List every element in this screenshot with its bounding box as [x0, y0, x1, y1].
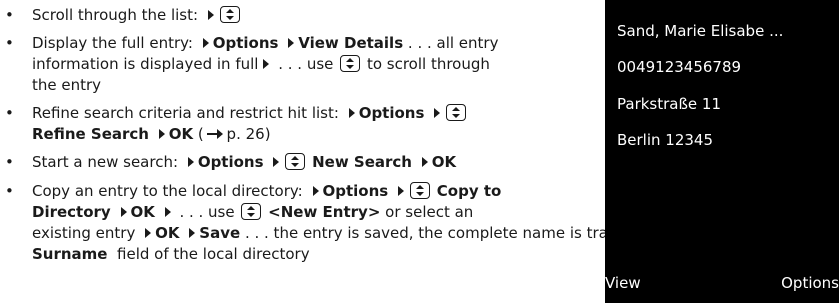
nav-key-icon: [446, 104, 467, 121]
step-arrow-icon: [348, 108, 355, 118]
bullet: •: [5, 6, 14, 24]
menu-save: Save: [199, 224, 241, 242]
entry-phone-number[interactable]: 0049123456789: [617, 58, 741, 76]
item-text: Display the full entry:: [32, 34, 193, 52]
menu-ok: OK: [168, 125, 194, 143]
step-arrow-icon: [189, 228, 196, 238]
phone-display: Sand, Marie Elisabe ... 0049123456789 Pa…: [605, 0, 839, 303]
step-arrow-icon: [120, 207, 127, 217]
menu-new-search: New Search: [312, 153, 412, 171]
step-arrow-icon: [187, 157, 194, 167]
step-arrow-icon: [421, 157, 428, 167]
menu-refine-search: Refine Search: [32, 125, 149, 143]
softkey-divider: [605, 264, 839, 265]
step-arrow-icon: [263, 59, 270, 69]
list-item: • Refine search criteria and restrict hi…: [0, 103, 600, 145]
step-arrow-icon: [145, 228, 152, 238]
step-arrow-icon: [434, 108, 441, 118]
field-surname: Surname: [32, 245, 108, 263]
step-arrow-icon: [398, 186, 404, 196]
step-arrow-icon: [312, 186, 319, 196]
bullet: •: [5, 153, 14, 171]
list-item: • Display the full entry: Options View D…: [5, 34, 499, 94]
view-softkey[interactable]: View: [605, 274, 641, 292]
menu-new-entry: <New Entry>: [268, 203, 381, 221]
menu-options: Options: [197, 153, 264, 171]
step-arrow-icon: [207, 10, 214, 20]
menu-ok: OK: [155, 224, 180, 242]
menu-options: Options: [322, 182, 389, 200]
list-item: • Scroll through the list:: [0, 5, 600, 26]
menu-ok: OK: [431, 153, 457, 171]
menu-options: Options: [358, 104, 425, 122]
step-arrow-icon: [288, 38, 295, 48]
entry-street[interactable]: Parkstraße 11: [617, 95, 721, 113]
step-arrow-icon: [164, 207, 171, 217]
item-text: Scroll through the list:: [32, 6, 199, 24]
list-item: • Start a new search: Options New Search…: [5, 153, 457, 171]
step-arrow-icon: [158, 129, 165, 139]
nav-key-icon: [285, 153, 306, 170]
nav-key-icon: [219, 6, 240, 23]
menu-directory: Directory: [32, 203, 111, 221]
nav-key-icon: [410, 182, 430, 199]
step-arrow-icon: [273, 157, 280, 167]
entry-name[interactable]: Sand, Marie Elisabe ...: [617, 22, 783, 40]
bullet: •: [5, 34, 14, 52]
entry-city[interactable]: Berlin 12345: [617, 131, 713, 149]
menu-copy-to: Copy to: [436, 182, 502, 200]
nav-key-icon: [340, 55, 361, 72]
menu-view-details: View Details: [298, 34, 404, 52]
menu-ok: OK: [130, 203, 155, 221]
bullet: •: [5, 104, 14, 122]
nav-key-icon: [241, 203, 262, 220]
options-softkey[interactable]: Options: [781, 274, 839, 292]
page-ref-arrow-icon: [206, 129, 223, 139]
step-arrow-icon: [202, 38, 209, 48]
menu-options: Options: [212, 34, 279, 52]
bullet: •: [5, 182, 14, 200]
